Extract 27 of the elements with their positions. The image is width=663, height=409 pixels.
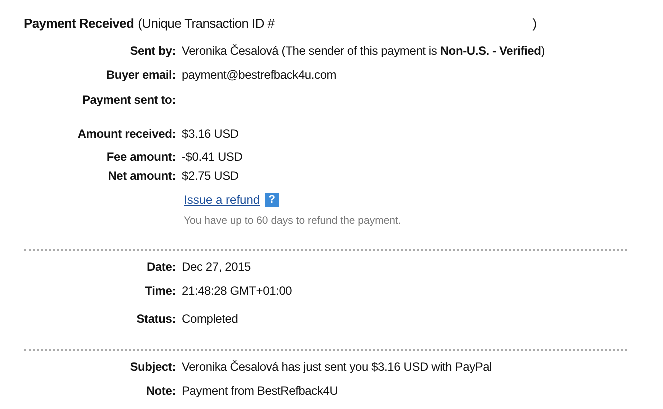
field-value: -$0.41 USD <box>182 150 243 165</box>
field-label: Date: <box>146 260 176 275</box>
field-label: Payment sent to: <box>82 93 176 108</box>
field-value: Dec 27, 2015 <box>182 260 251 275</box>
refund-link[interactable]: Issue a refund <box>184 193 260 207</box>
refund-note: You have up to 60 days to refund the payment. <box>184 215 402 227</box>
field-value: Veronika Česalová (The sender of this payment is Non-U.S. - Verified) <box>182 44 546 59</box>
field-label: Status: <box>136 312 176 327</box>
field-label: Note: <box>145 384 176 399</box>
transaction-id-label: (Unique Transaction ID # <box>138 16 275 31</box>
closing-parenthesis: ) <box>532 16 537 31</box>
page-title: Payment Received <box>24 16 134 31</box>
field-value: Payment from BestRefback4U <box>182 384 338 399</box>
field-value: Completed <box>182 312 238 327</box>
field-label: Time: <box>144 284 176 299</box>
help-icon[interactable]: ? <box>265 193 280 207</box>
field-label: Subject: <box>129 360 176 375</box>
field-label: Net amount: <box>107 169 176 184</box>
field-value: 21:48:28 GMT+01:00 <box>182 284 292 299</box>
field-label: Sent by: <box>129 44 176 59</box>
field-label: Fee amount: <box>106 150 176 165</box>
field-value: Veronika Česalová has just sent you $3.16 USD with PayPal <box>182 360 492 375</box>
field-value: $3.16 USD <box>182 127 239 142</box>
field-label: Buyer email: <box>105 68 176 83</box>
field-label: Amount received: <box>76 127 176 142</box>
field-value: $2.75 USD <box>182 169 239 184</box>
field-value: payment@bestrefback4u.com <box>182 68 337 83</box>
